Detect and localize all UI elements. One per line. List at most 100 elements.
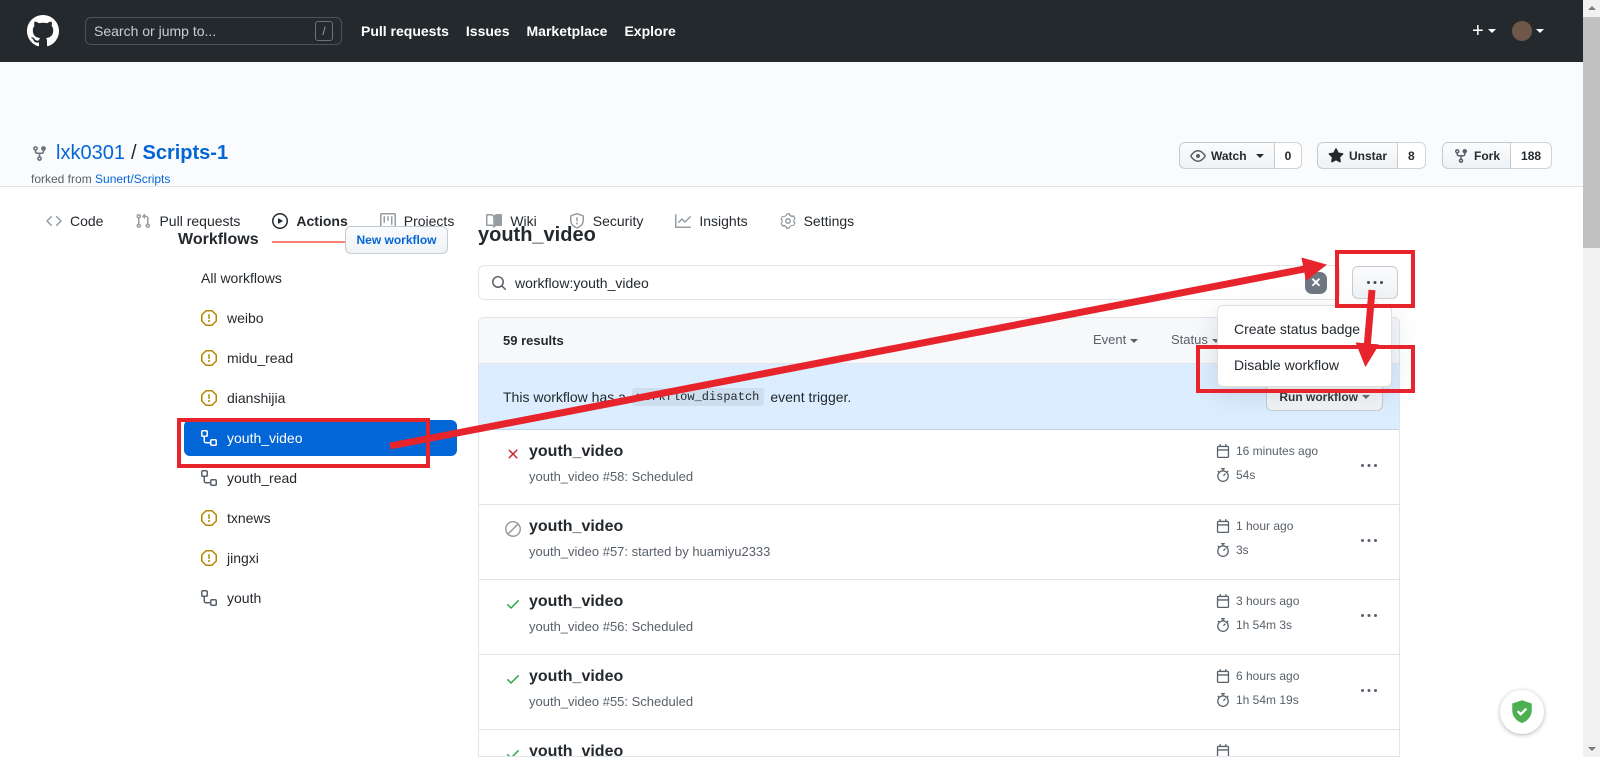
- workflow-label: youth: [227, 590, 261, 606]
- fork-button[interactable]: Fork: [1442, 142, 1511, 169]
- unstar-button[interactable]: Unstar: [1317, 142, 1398, 169]
- annotation-box-kebab-button: [1335, 250, 1415, 308]
- tab-label: Actions: [296, 213, 347, 229]
- run-time: 6 hours ago: [1236, 669, 1299, 683]
- runs-search-input[interactable]: [515, 275, 1305, 291]
- chevron-down-icon: [1488, 29, 1496, 33]
- kebab-horizontal-icon[interactable]: [1361, 683, 1377, 699]
- nav-link-issues[interactable]: Issues: [466, 23, 510, 39]
- run-subtitle: youth_video #55: Scheduled: [529, 694, 693, 709]
- sidebar-item-dianshijia[interactable]: dianshijia: [178, 378, 458, 418]
- fork-count[interactable]: 188: [1511, 142, 1552, 169]
- plus-icon: +: [1472, 20, 1484, 43]
- run-row[interactable]: youth_video: [479, 730, 1399, 757]
- security-extension-badge[interactable]: [1500, 690, 1544, 734]
- watch-count[interactable]: 0: [1275, 142, 1303, 169]
- repo-slash: /: [131, 142, 137, 165]
- run-row[interactable]: youth_video youth_video #57: started by …: [479, 505, 1399, 580]
- scroll-up-icon[interactable]: [1588, 6, 1596, 10]
- tab-actions[interactable]: Actions: [272, 213, 347, 243]
- graph-icon: [675, 213, 691, 229]
- banner-code: workflow_dispatch: [632, 388, 764, 406]
- top-navbar: Search or jump to... / Pull requests Iss…: [0, 0, 1583, 62]
- sidebar-item-all-workflows[interactable]: All workflows: [178, 258, 458, 298]
- sidebar-item-midu-read[interactable]: midu_read: [178, 338, 458, 378]
- fork-source-link[interactable]: Sunert/Scripts: [95, 172, 170, 186]
- run-title-link[interactable]: youth_video: [529, 668, 623, 686]
- kebab-horizontal-icon[interactable]: [1361, 458, 1377, 474]
- sidebar-item-jingxi[interactable]: jingxi: [178, 538, 458, 578]
- run-duration: 1h 54m 3s: [1236, 618, 1292, 632]
- calendar-icon: [1216, 594, 1230, 608]
- run-row[interactable]: youth_video youth_video #56: Scheduled 3…: [479, 580, 1399, 655]
- banner-text-suffix: event trigger.: [770, 389, 851, 405]
- watch-button[interactable]: Watch: [1179, 142, 1275, 169]
- run-title-link[interactable]: youth_video: [529, 443, 623, 461]
- run-row[interactable]: youth_video youth_video #58: Scheduled 1…: [479, 430, 1399, 505]
- chevron-down-icon: [1256, 154, 1264, 158]
- user-menu-button[interactable]: [1512, 21, 1544, 41]
- navbar-right: +: [1472, 0, 1544, 62]
- run-title-link[interactable]: youth_video: [529, 518, 623, 536]
- tab-label: Settings: [804, 213, 855, 229]
- sidebar-item-weibo[interactable]: weibo: [178, 298, 458, 338]
- new-workflow-button[interactable]: New workflow: [345, 226, 448, 254]
- check-icon: [505, 671, 521, 687]
- global-search-placeholder: Search or jump to...: [94, 23, 315, 39]
- avatar: [1512, 21, 1532, 41]
- chevron-down-icon: [1536, 29, 1544, 33]
- star-count[interactable]: 8: [1398, 142, 1426, 169]
- tab-code[interactable]: Code: [46, 213, 103, 243]
- workflows-heading: Workflows: [178, 231, 259, 249]
- global-search-input[interactable]: Search or jump to... /: [85, 17, 342, 45]
- vertical-scrollbar[interactable]: [1583, 0, 1600, 757]
- tab-label: Insights: [699, 213, 747, 229]
- stopwatch-icon: [1216, 468, 1230, 482]
- nav-link-pull-requests[interactable]: Pull requests: [361, 23, 449, 39]
- repo-title: lxk0301 / Scripts-1: [31, 142, 228, 165]
- eye-icon: [1190, 148, 1206, 164]
- repo-header: lxk0301 / Scripts-1 forked from Sunert/S…: [0, 62, 1583, 187]
- scroll-down-icon[interactable]: [1588, 747, 1596, 751]
- run-subtitle: youth_video #58: Scheduled: [529, 469, 693, 484]
- stopwatch-icon: [1216, 693, 1230, 707]
- gear-icon: [780, 213, 796, 229]
- run-subtitle: youth_video #57: started by huamiyu2333: [529, 544, 770, 559]
- warning-octagon-icon: [201, 350, 217, 366]
- sidebar-item-txnews[interactable]: txnews: [178, 498, 458, 538]
- results-count: 59 results: [503, 333, 564, 348]
- repo-name-link[interactable]: Scripts-1: [143, 142, 229, 165]
- warning-octagon-icon: [201, 550, 217, 566]
- check-icon: [505, 746, 521, 757]
- menu-item-create-status-badge[interactable]: Create status badge: [1218, 311, 1391, 347]
- annotation-box-youth-video: [177, 418, 430, 468]
- run-title-link[interactable]: youth_video: [529, 743, 623, 757]
- repo-owner-link[interactable]: lxk0301: [56, 142, 125, 165]
- runs-search-box: ✕: [478, 265, 1340, 300]
- run-title-link[interactable]: youth_video: [529, 593, 623, 611]
- run-row[interactable]: youth_video youth_video #55: Scheduled 6…: [479, 655, 1399, 730]
- workflow-label: txnews: [227, 510, 271, 526]
- fork-label: Fork: [1474, 149, 1500, 163]
- create-new-menu-button[interactable]: +: [1472, 20, 1496, 43]
- run-time: 1 hour ago: [1236, 519, 1293, 533]
- event-filter-dropdown[interactable]: Event: [1093, 332, 1138, 347]
- tab-settings[interactable]: Settings: [780, 213, 855, 243]
- scrollbar-thumb[interactable]: [1583, 17, 1600, 248]
- clear-search-icon[interactable]: ✕: [1305, 272, 1327, 294]
- warning-octagon-icon: [201, 510, 217, 526]
- run-duration: 3s: [1236, 543, 1249, 557]
- kebab-horizontal-icon[interactable]: [1361, 608, 1377, 624]
- kebab-horizontal-icon[interactable]: [1361, 533, 1377, 549]
- page-title: youth_video: [478, 224, 596, 247]
- nav-link-marketplace[interactable]: Marketplace: [527, 23, 608, 39]
- green-shield-check-icon: [1509, 699, 1535, 725]
- github-logo-icon[interactable]: [27, 15, 59, 47]
- fork-button-group: Fork 188: [1442, 142, 1552, 169]
- tab-label: Security: [593, 213, 644, 229]
- nav-link-explore[interactable]: Explore: [624, 23, 675, 39]
- sidebar-item-youth[interactable]: youth: [178, 578, 458, 618]
- chevron-down-icon: [1362, 395, 1370, 399]
- workflow-label: weibo: [227, 310, 264, 326]
- tab-insights[interactable]: Insights: [675, 213, 747, 243]
